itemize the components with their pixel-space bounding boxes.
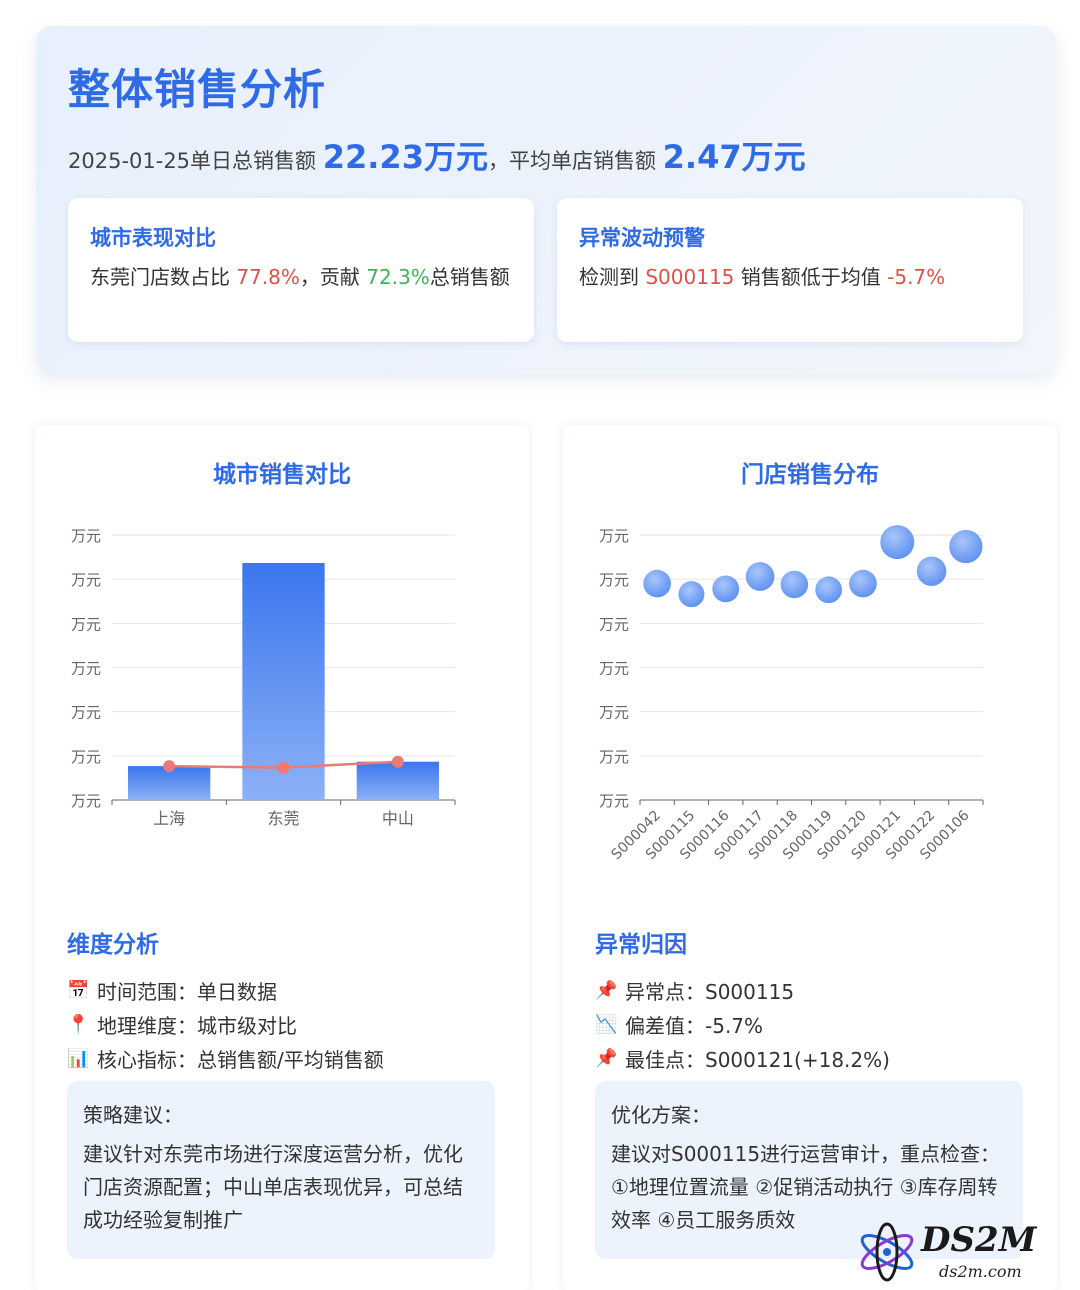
scatter-point bbox=[745, 562, 775, 591]
store-chart-title: 门店销售分布 bbox=[741, 462, 879, 488]
list-item: 📌 异常点：S000115 bbox=[595, 973, 890, 1007]
y-tick-label: 万元 bbox=[599, 571, 629, 589]
city-comparison-card: 城市表现对比 东莞门店数占比 77.8%，贡献 72.3%总销售额 bbox=[68, 198, 534, 342]
strategy-title: 策略建议： bbox=[83, 1103, 183, 1127]
anomaly-store-id: S000115 bbox=[645, 265, 735, 289]
avg-sales-value: 2.47万元 bbox=[662, 138, 806, 176]
y-tick-label: 万元 bbox=[71, 571, 101, 589]
x-tick-label: 中山 bbox=[382, 809, 414, 828]
dimension-list: 📅 时间范围：单日数据 📍 地理维度：城市级对比 📊 核心指标：总销售额/平均销售额 bbox=[67, 973, 384, 1075]
y-tick-label: 万元 bbox=[599, 704, 629, 722]
avg-label: ，平均单店销售额 bbox=[487, 149, 656, 173]
card-text-part: 销售额低于均值 bbox=[740, 265, 881, 289]
y-tick-label: 万元 bbox=[71, 704, 101, 722]
best-point-label: 最佳点：S000121(+18.2%) bbox=[625, 1047, 890, 1072]
anomaly-alert-card: 异常波动预警 检测到 S000115 销售额低于均值 -5.7% bbox=[557, 198, 1023, 342]
optimization-title: 优化方案： bbox=[611, 1103, 711, 1127]
card-text-part: 总销售额 bbox=[429, 265, 510, 289]
calendar-icon: 📅 bbox=[67, 979, 90, 1001]
y-tick-label: 万元 bbox=[71, 660, 101, 678]
line-point bbox=[163, 760, 176, 773]
x-tick-label: 上海 bbox=[153, 809, 185, 828]
list-item: 📊 核心指标：总销售额/平均销售额 bbox=[67, 1041, 384, 1075]
scatter-point bbox=[678, 581, 705, 608]
line-point bbox=[391, 755, 404, 768]
watermark-brand: DS2M bbox=[921, 1220, 1037, 1260]
dim-geo-label: 地理维度：城市级对比 bbox=[97, 1013, 297, 1038]
x-tick-label: 东莞 bbox=[267, 809, 299, 828]
watermark-logo: DS2M ds2m.com bbox=[855, 1220, 1065, 1286]
strategy-box: 策略建议： 建议针对东莞市场进行深度运营分析，优化门店资源配置；中山单店表现优异… bbox=[67, 1081, 495, 1259]
scatter-point bbox=[849, 569, 877, 598]
summary-line: 2025-01-25单日总销售额 22.23万元，平均单店销售额 2.47万元 bbox=[68, 132, 806, 178]
watermark-domain: ds2m.com bbox=[939, 1262, 1022, 1281]
scatter-point bbox=[643, 569, 671, 598]
city-bar-chart: 万元万元万元万元万元万元万元上海 东莞 中山 bbox=[71, 527, 456, 828]
city-chart-title: 城市销售对比 bbox=[213, 462, 351, 488]
list-item: 📌 最佳点：S000121(+18.2%) bbox=[595, 1041, 890, 1075]
card-text-part: 东莞门店数占比 bbox=[90, 265, 230, 289]
y-tick-label: 万元 bbox=[599, 792, 629, 810]
y-tick-label: 万元 bbox=[71, 792, 101, 810]
contribution-value: 72.3% bbox=[366, 265, 430, 289]
card-text-part: 检测到 bbox=[579, 265, 639, 289]
store-share-value: 77.8% bbox=[236, 265, 300, 289]
dim-metric-label: 核心指标：总销售额/平均销售额 bbox=[97, 1047, 384, 1072]
y-tick-label: 万元 bbox=[599, 615, 629, 633]
page-title: 整体销售分析 bbox=[68, 65, 327, 114]
city-comparison-title: 城市表现对比 bbox=[90, 226, 216, 250]
y-tick-label: 万元 bbox=[599, 748, 629, 766]
pushpin-icon: 📌 bbox=[595, 1047, 618, 1069]
city-sales-panel: 城市销售对比 万元 万元 万元 万元 万元 万元 万元 上海 东莞 中山 维度分析 📅 时间范围：单… bbox=[35, 425, 529, 1290]
anomaly-alert-title: 异常波动预警 bbox=[579, 226, 705, 250]
dim-time-label: 时间范围：单日数据 bbox=[97, 979, 277, 1004]
store-sales-panel: 门店销售分布 万元 万元 万元 万元 万元 万元 万元 S000042 S000115 S0001… bbox=[563, 425, 1057, 1290]
scatter-point bbox=[815, 576, 842, 604]
scatter-point bbox=[916, 556, 947, 586]
pushpin-icon: 📌 bbox=[595, 979, 618, 1001]
city-comparison-text: 东莞门店数占比 77.8%，贡献 72.3%总销售额 bbox=[90, 260, 512, 294]
atom-logo-icon bbox=[860, 1222, 914, 1282]
list-item: 📉 偏差值：-5.7% bbox=[595, 1007, 890, 1041]
pin-icon: 📍 bbox=[67, 1013, 90, 1035]
y-tick-label: 万元 bbox=[71, 527, 101, 545]
y-tick-label: 万元 bbox=[71, 615, 101, 633]
anomaly-attribution-title: 异常归因 bbox=[595, 932, 687, 958]
anomaly-alert-text: 检测到 S000115 销售额低于均值 -5.7% bbox=[579, 260, 1001, 294]
total-sales-value: 22.23万元 bbox=[322, 138, 488, 176]
trend-down-icon: 📉 bbox=[595, 1013, 618, 1035]
deviation-label: 偏差值：-5.7% bbox=[625, 1013, 764, 1038]
list-item: 📍 地理维度：城市级对比 bbox=[67, 1007, 384, 1041]
y-tick-label: 万元 bbox=[599, 527, 629, 545]
store-scatter-chart: 万元万元万元万元万元万元万元S000042S000115S000116S0001… bbox=[599, 525, 984, 863]
list-item: 📅 时间范围：单日数据 bbox=[67, 973, 384, 1007]
card-text-part: ，贡献 bbox=[299, 265, 360, 289]
attribution-list: 📌 异常点：S000115 📉 偏差值：-5.7% 📌 最佳点：S000121(+18… bbox=[595, 973, 890, 1075]
scatter-point bbox=[780, 570, 809, 599]
anomaly-point-label: 异常点：S000115 bbox=[625, 979, 795, 1004]
strategy-text: 建议针对东莞市场进行深度运营分析，优化门店资源配置；中山单店表现优异，可总结成功… bbox=[83, 1142, 463, 1232]
bar-chart-icon: 📊 bbox=[67, 1047, 90, 1069]
anomaly-deviation: -5.7% bbox=[887, 265, 946, 289]
y-tick-label: 万元 bbox=[599, 660, 629, 678]
scatter-point bbox=[949, 529, 983, 564]
y-tick-label: 万元 bbox=[71, 748, 101, 766]
line-point bbox=[277, 761, 290, 774]
scatter-point bbox=[880, 525, 915, 560]
scatter-point bbox=[712, 575, 740, 603]
total-label: 2025-01-25单日总销售额 bbox=[68, 149, 317, 173]
summary-panel: 整体销售分析 2025-01-25单日总销售额 22.23万元，平均单店销售额 … bbox=[36, 26, 1056, 374]
dimension-analysis-title: 维度分析 bbox=[67, 932, 159, 958]
